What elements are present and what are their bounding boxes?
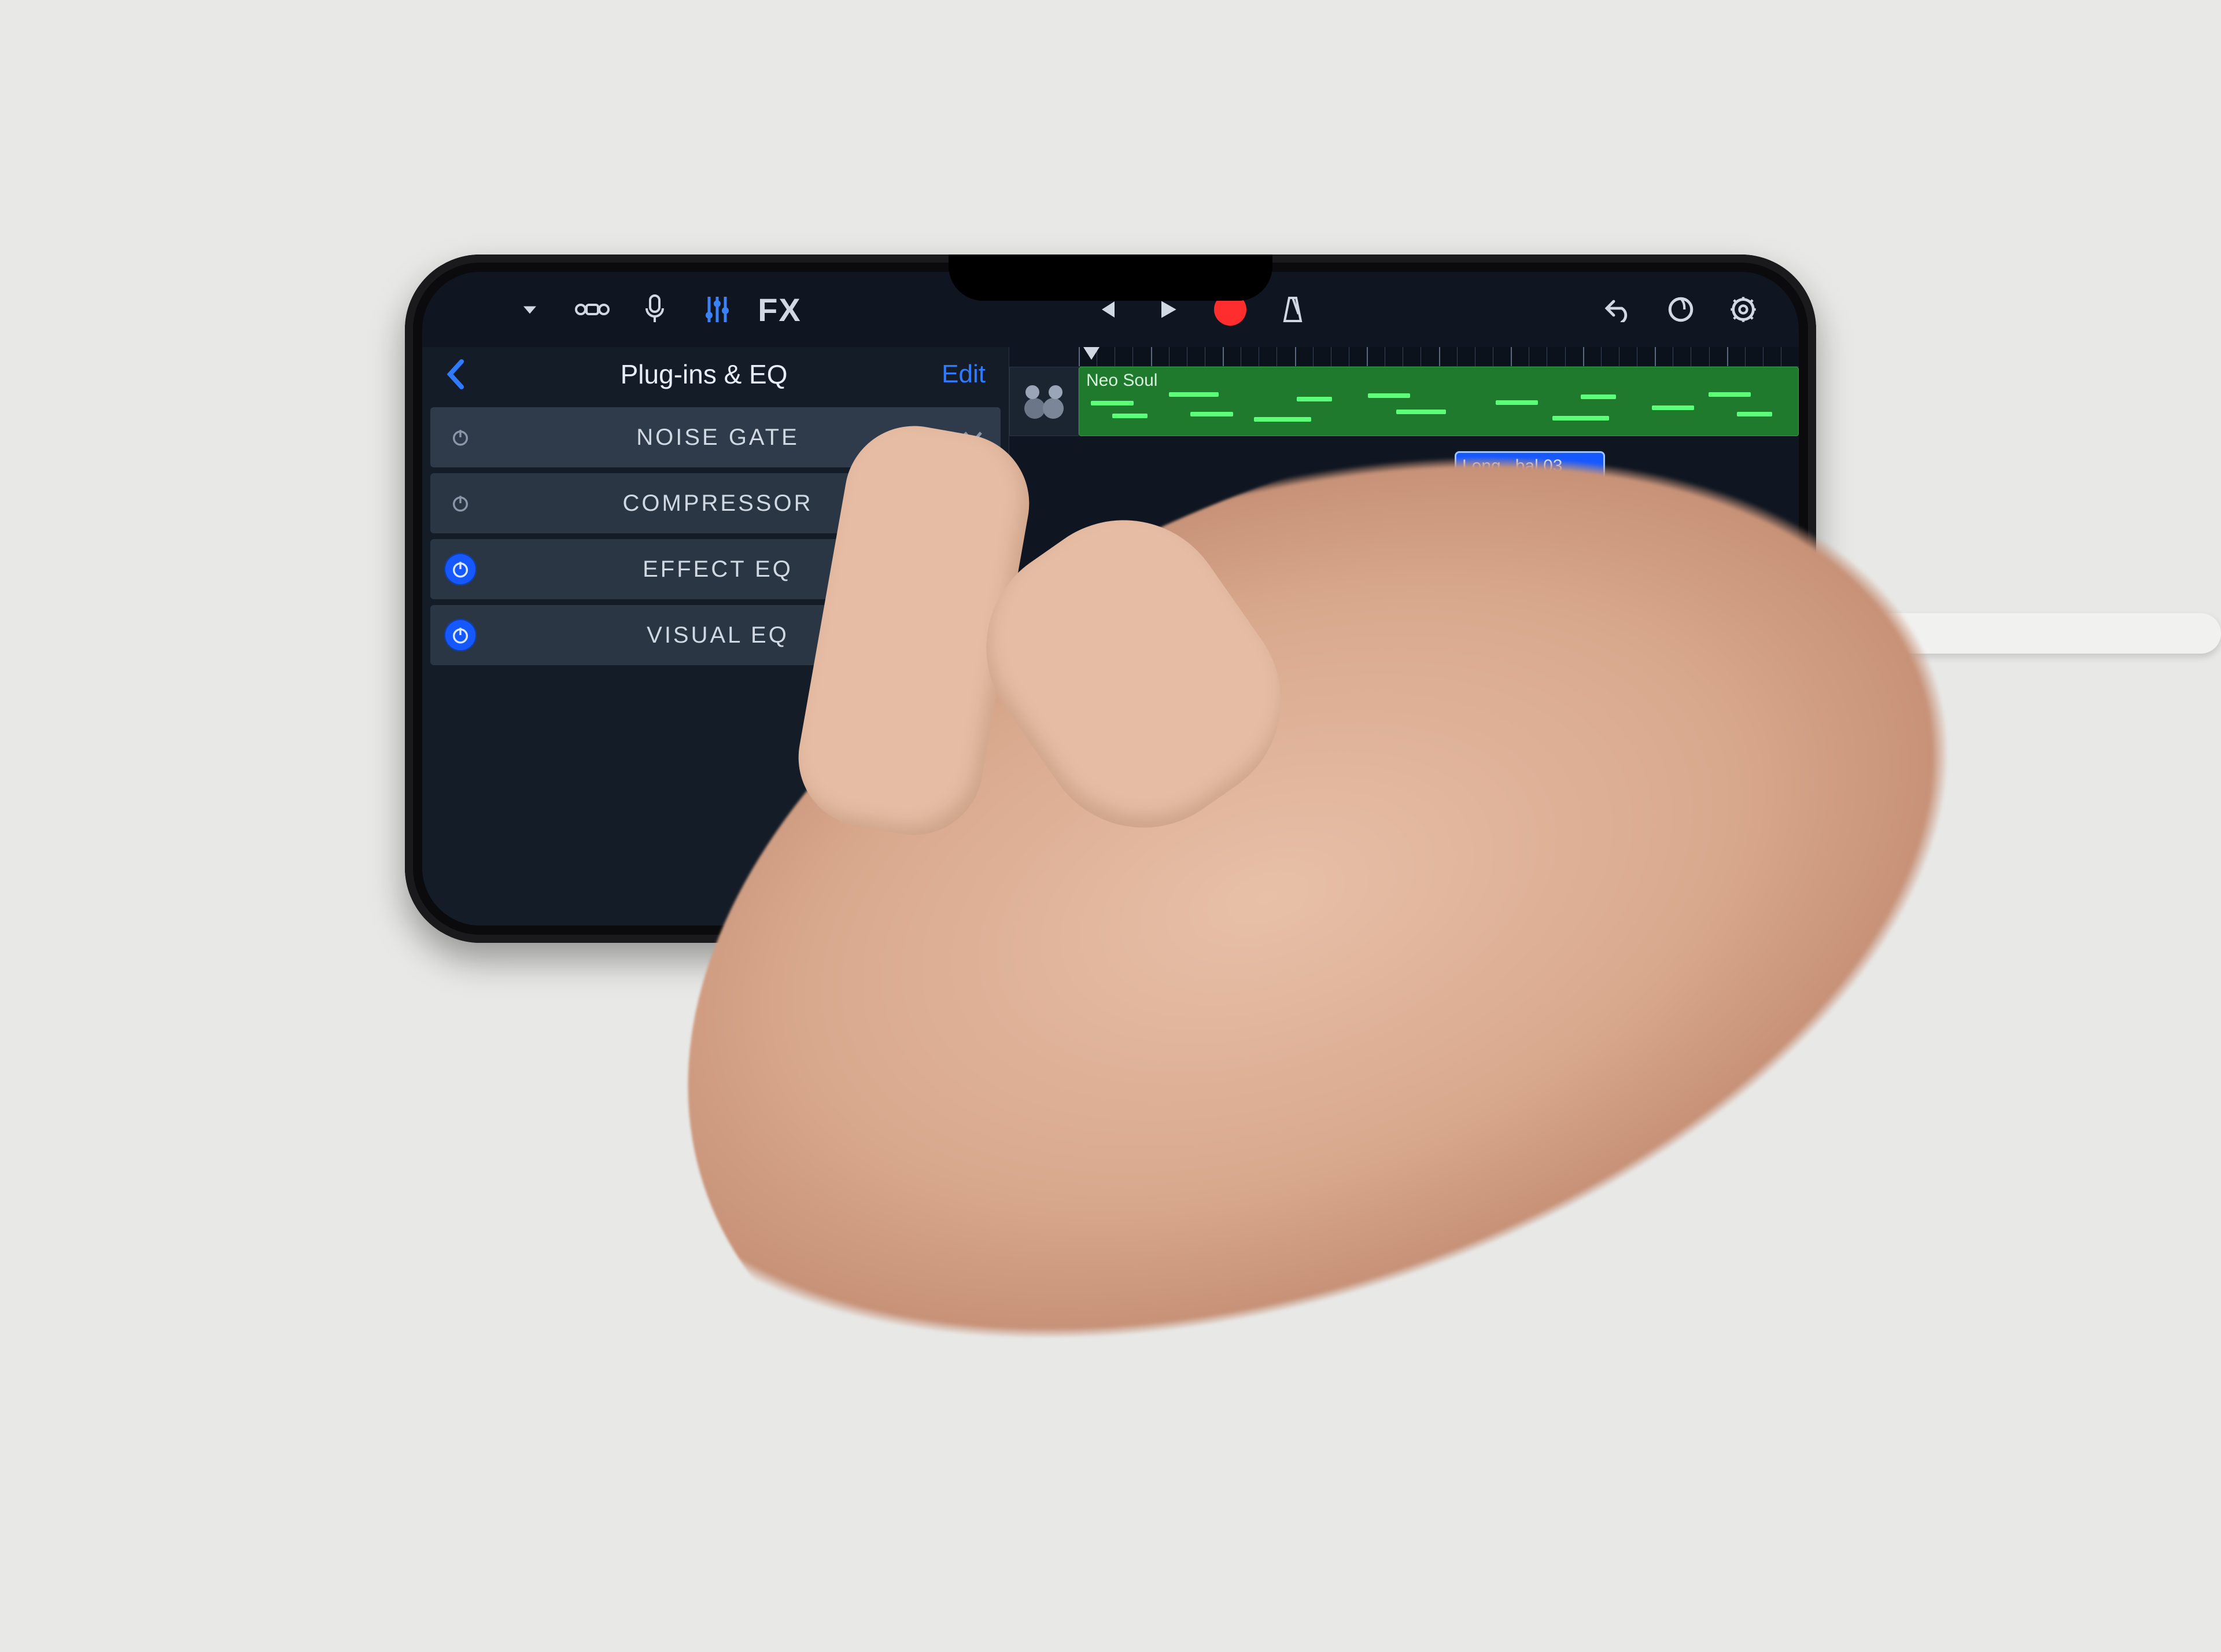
- plugin-name: COMPRESSOR: [492, 491, 944, 517]
- undo-icon[interactable]: [1598, 289, 1639, 330]
- track-header-drums[interactable]: [1009, 367, 1079, 436]
- settings-gear-icon[interactable]: [1722, 289, 1764, 330]
- loop-icon[interactable]: [1660, 289, 1702, 330]
- power-toggle-icon[interactable]: [444, 619, 477, 651]
- toolbar-right-group: [1598, 289, 1764, 330]
- browser-dropdown-icon[interactable]: [509, 289, 551, 330]
- mixer-sliders-icon[interactable]: [696, 289, 738, 330]
- midi-region-neo-soul[interactable]: Neo Soul: [1079, 367, 1799, 436]
- edit-button[interactable]: Edit: [936, 360, 991, 389]
- app-screen: FX: [422, 272, 1799, 925]
- waveform-icon: [1461, 490, 1599, 530]
- metronome-icon[interactable]: [1272, 289, 1314, 330]
- plugin-name: VISUAL EQ: [492, 622, 944, 648]
- plugin-row-noise-gate[interactable]: NOISE GATE: [430, 407, 1001, 467]
- plugin-row-effect-eq[interactable]: EFFECT EQ: [430, 539, 1001, 599]
- midi-notes: [1084, 388, 1794, 431]
- plugin-name: NOISE GATE: [492, 425, 944, 451]
- lightning-cable: [1851, 613, 2221, 654]
- plugins-panel: Plug-ins & EQ Edit NOISE GATE: [422, 347, 1009, 925]
- playhead-icon[interactable]: [1083, 347, 1100, 360]
- track-view-icon[interactable]: [571, 289, 613, 330]
- panel-header: Plug-ins & EQ Edit: [422, 347, 1009, 401]
- timeline-ruler[interactable]: [1079, 347, 1799, 367]
- microphone-icon[interactable]: [634, 289, 676, 330]
- timeline-area: + Neo Soul: [1009, 347, 1799, 925]
- chevron-down-icon[interactable]: [959, 430, 987, 444]
- plugin-name: EFFECT EQ: [492, 556, 944, 582]
- plugin-row-compressor[interactable]: COMPRESSOR: [430, 473, 1001, 533]
- power-toggle-icon[interactable]: [444, 421, 477, 453]
- plugin-list: NOISE GATE COMPRESSOR EFFE: [422, 401, 1009, 665]
- plugin-row-visual-eq[interactable]: VISUAL EQ: [430, 605, 1001, 665]
- power-toggle-icon[interactable]: [444, 487, 477, 519]
- fx-button[interactable]: FX: [759, 289, 800, 330]
- audio-region-selected[interactable]: Long...bal 03: [1455, 451, 1605, 538]
- toolbar-left-group: FX: [509, 289, 800, 330]
- iphone-device-frame: FX: [405, 255, 1816, 943]
- device-notch: [949, 255, 1272, 301]
- drum-kit-icon: [1021, 378, 1067, 425]
- power-toggle-icon[interactable]: [444, 553, 477, 585]
- region-label: Long...bal 03: [1462, 456, 1598, 476]
- panel-title: Plug-ins & EQ: [484, 359, 924, 390]
- fx-label: FX: [758, 291, 802, 329]
- back-chevron-icon[interactable]: [440, 359, 472, 389]
- region-label: Neo Soul: [1086, 371, 1791, 390]
